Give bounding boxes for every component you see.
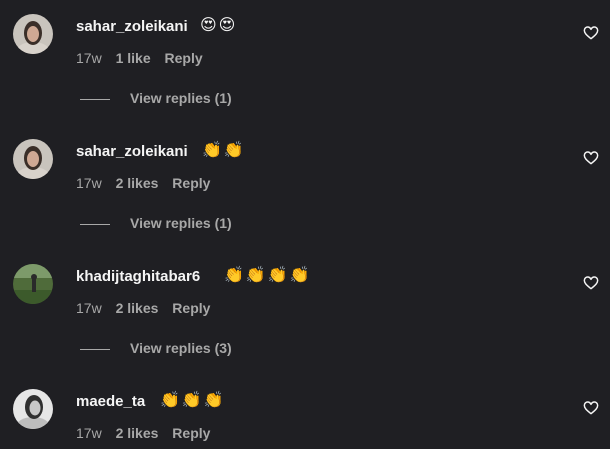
comment-username[interactable]: sahar_zoleikani [76, 143, 188, 160]
comment-meta: 17w 2 likes Reply [76, 425, 220, 441]
reply-button[interactable]: Reply [172, 300, 210, 316]
reply-button[interactable]: Reply [172, 425, 210, 441]
avatar[interactable] [13, 264, 53, 304]
comment-meta: 17w 2 likes Reply [76, 300, 220, 316]
heart-outline-icon[interactable] [583, 150, 599, 166]
heart-outline-icon[interactable] [583, 400, 599, 416]
avatar[interactable] [13, 389, 53, 429]
comment-item: khadijtaghitabar6 👏👏👏👏 17w 2 likes Reply [0, 264, 610, 324]
comment-likes-count[interactable]: 2 likes [116, 175, 159, 191]
avatar[interactable] [13, 139, 53, 179]
comment-text: 👏👏 [202, 140, 246, 159]
comment-likes-count[interactable]: 2 likes [116, 425, 159, 441]
comment-text: 👏👏👏 [160, 390, 226, 409]
comment-text: 😍😍 [200, 15, 238, 34]
comment-username[interactable]: maede_ta [76, 393, 145, 410]
replies-divider [80, 99, 110, 100]
comment-item: sahar_zoleikani 👏👏 17w 2 likes Reply [0, 139, 610, 199]
comment-age: 17w [76, 425, 102, 441]
comment-item: sahar_zoleikani 😍😍 17w 1 like Reply [0, 14, 610, 74]
replies-divider [80, 349, 110, 350]
view-replies-button[interactable]: View replies (1) [130, 90, 232, 106]
view-replies-button[interactable]: View replies (1) [130, 215, 232, 231]
comment-meta: 17w 2 likes Reply [76, 175, 220, 191]
view-replies-row: View replies (1) [0, 214, 610, 234]
comment-username[interactable]: khadijtaghitabar6 [76, 268, 200, 285]
avatar[interactable] [13, 14, 53, 54]
replies-divider [80, 224, 110, 225]
comment-age: 17w [76, 50, 102, 66]
view-replies-button[interactable]: View replies (3) [130, 340, 232, 356]
comment-username[interactable]: sahar_zoleikani [76, 18, 188, 35]
heart-outline-icon[interactable] [583, 25, 599, 41]
reply-button[interactable]: Reply [165, 50, 203, 66]
comment-age: 17w [76, 175, 102, 191]
comment-item: maede_ta 👏👏👏 17w 2 likes Reply [0, 389, 610, 449]
comment-text: 👏👏👏👏 [224, 265, 312, 284]
comment-age: 17w [76, 300, 102, 316]
view-replies-row: View replies (1) [0, 89, 610, 109]
heart-outline-icon[interactable] [583, 275, 599, 291]
comment-likes-count[interactable]: 2 likes [116, 300, 159, 316]
reply-button[interactable]: Reply [172, 175, 210, 191]
view-replies-row: View replies (3) [0, 339, 610, 359]
comment-meta: 17w 1 like Reply [76, 50, 213, 66]
comment-likes-count[interactable]: 1 like [116, 50, 151, 66]
